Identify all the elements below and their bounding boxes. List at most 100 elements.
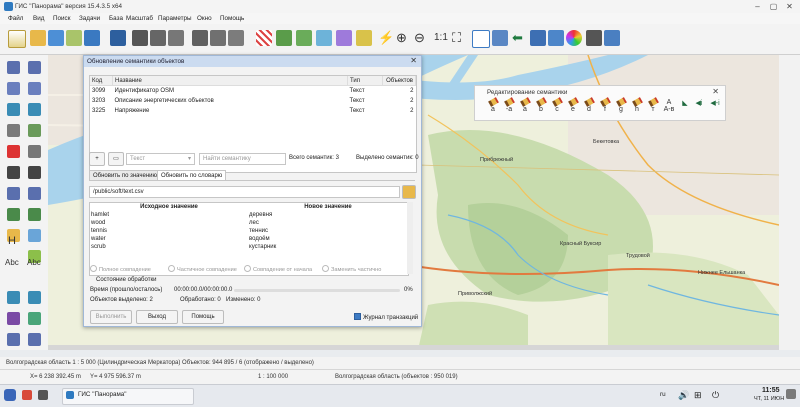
table-row[interactable]: hamlet деревня — [90, 211, 408, 219]
vector-icon[interactable] — [28, 312, 41, 325]
layers-manager-icon[interactable] — [530, 30, 546, 46]
line-split-icon[interactable] — [28, 187, 41, 200]
table-row[interactable]: 3099 Идентификатор OSM Текст 2 — [90, 86, 416, 97]
table-row[interactable]: 3203 Описание энергетических объектов Те… — [90, 96, 416, 106]
terminal-icon[interactable] — [38, 390, 48, 400]
map-vertical-scrollbar[interactable] — [779, 55, 800, 350]
arrow-i-icon[interactable]: ◀i — [693, 99, 705, 115]
menu-scale[interactable]: Масштаб — [126, 15, 153, 22]
scale-one-to-one[interactable]: 1:1 — [434, 30, 448, 46]
contour-icon[interactable] — [7, 208, 20, 221]
map-view-icon[interactable] — [492, 30, 508, 46]
start-menu-icon[interactable] — [4, 389, 16, 401]
cut-icon[interactable] — [7, 124, 20, 137]
area-icon[interactable] — [28, 208, 41, 221]
find-object-icon[interactable] — [192, 30, 208, 46]
radio-prefix-match[interactable]: Совпадение от начала — [244, 265, 312, 273]
merge-icon[interactable] — [28, 166, 41, 179]
pencil-tool-icon[interactable] — [7, 61, 20, 74]
open-layers-icon[interactable] — [48, 30, 64, 46]
network-icon[interactable] — [7, 291, 20, 304]
table-row[interactable]: water водоём — [90, 235, 408, 243]
pencil-f-icon[interactable]: f — [599, 97, 611, 115]
draw-curve-icon[interactable] — [28, 82, 41, 95]
delete-object-icon[interactable] — [7, 145, 20, 158]
files-icon[interactable] — [22, 390, 32, 400]
browse-folder-icon[interactable] — [402, 185, 416, 199]
find-next-icon[interactable] — [210, 30, 226, 46]
dictionary-scrollbar[interactable] — [407, 202, 413, 274]
label-h-icon[interactable]: H — [8, 233, 16, 249]
exit-button[interactable]: Выход — [136, 310, 178, 324]
table-row[interactable]: wood лес — [90, 219, 408, 227]
open-folder-icon[interactable] — [30, 30, 46, 46]
font-a-icon[interactable]: A А-в — [663, 99, 675, 115]
split-icon[interactable] — [7, 166, 20, 179]
menu-search[interactable]: Поиск — [53, 15, 70, 22]
table-row[interactable]: 3225 Напряжение Текст 2 — [90, 106, 416, 116]
radio-partial-match[interactable]: Частичное совпадение — [168, 265, 237, 273]
dictionary-path-field[interactable]: /public/soft/text.csv — [89, 186, 400, 198]
col-count[interactable]: Объектов — [382, 76, 416, 86]
table-row[interactable]: scrub кустарник — [90, 243, 408, 251]
pencil-text-icon[interactable]: т — [647, 97, 659, 115]
execute-button[interactable]: Выполнить — [90, 310, 132, 324]
maximize-button[interactable]: ▢ — [768, 1, 779, 12]
menu-parameters[interactable]: Параметры — [158, 15, 192, 22]
menu-database[interactable]: База — [109, 15, 123, 22]
menu-view[interactable]: Вид — [33, 15, 44, 22]
minimize-button[interactable]: – — [752, 1, 763, 12]
palette-close-icon[interactable]: ✕ — [712, 87, 719, 96]
binoculars-next-icon[interactable] — [150, 30, 166, 46]
col-new-value[interactable]: Новое значение — [248, 203, 408, 211]
zoom-in-icon[interactable]: ⊕ — [396, 30, 407, 46]
text-abc-icon[interactable]: Abc — [5, 255, 19, 271]
col-name[interactable]: Название — [112, 76, 348, 86]
arc-icon[interactable] — [7, 333, 20, 346]
col-type[interactable]: Тип — [347, 76, 383, 86]
language-indicator[interactable]: ru — [660, 391, 666, 398]
volume-icon[interactable]: 🔊 — [678, 390, 689, 401]
layers-icon[interactable] — [66, 30, 82, 46]
pencil-a-alt-icon[interactable]: a — [519, 97, 531, 115]
star-tool-icon[interactable] — [28, 103, 41, 116]
pencil-h-icon[interactable]: h — [631, 97, 643, 115]
notifications-icon[interactable] — [786, 389, 796, 399]
col-code[interactable]: Код — [90, 76, 113, 86]
save-icon[interactable] — [84, 30, 100, 46]
export-icon[interactable] — [604, 30, 620, 46]
radio-replace-partial[interactable]: Заменить частично — [322, 265, 381, 273]
menu-file[interactable]: Файл — [8, 15, 23, 22]
bezier-icon[interactable] — [28, 333, 41, 346]
network-icon[interactable]: ⊞ — [694, 390, 702, 401]
pencil-e-icon[interactable]: e — [567, 97, 579, 115]
pencil-minus-a-icon[interactable]: -a — [503, 97, 515, 115]
pencil-c-icon[interactable]: c — [551, 97, 563, 115]
zoom-out-icon[interactable]: ⊖ — [414, 30, 425, 46]
text-abc-alt-icon[interactable]: Abc — [27, 255, 41, 271]
legend-icon[interactable] — [548, 30, 564, 46]
type-select[interactable]: Текст ▾ — [126, 153, 195, 165]
fit-window-icon[interactable]: ⛶ — [452, 30, 461, 46]
menu-help[interactable]: Помощь — [220, 15, 244, 22]
find-area-icon[interactable] — [228, 30, 244, 46]
menu-window[interactable]: Окно — [197, 15, 212, 22]
print-icon[interactable] — [586, 30, 602, 46]
edit-object-icon[interactable] — [276, 30, 292, 46]
table-row[interactable]: tennis теннис — [90, 227, 408, 235]
new-map-icon[interactable] — [8, 30, 26, 48]
radio-full-match[interactable]: Полное совпадение — [90, 265, 151, 273]
sign-icon[interactable] — [7, 312, 20, 325]
draw-polyline-icon[interactable] — [7, 82, 20, 95]
arrow-minus-i-icon[interactable]: ◀-i — [709, 99, 721, 115]
window-view-icon[interactable] — [472, 30, 490, 48]
help-button[interactable]: Помощь — [182, 310, 224, 324]
col-source-value[interactable]: Исходное значение — [90, 203, 248, 211]
print-map-icon[interactable] — [110, 30, 126, 46]
binoculars-icon[interactable] — [132, 30, 148, 46]
binoculars-area-icon[interactable] — [168, 30, 184, 46]
info-icon[interactable] — [356, 30, 372, 46]
rotate-icon[interactable] — [28, 145, 41, 158]
draw-line-icon[interactable] — [28, 61, 41, 74]
power-icon[interactable]: ⏻ — [712, 390, 719, 401]
